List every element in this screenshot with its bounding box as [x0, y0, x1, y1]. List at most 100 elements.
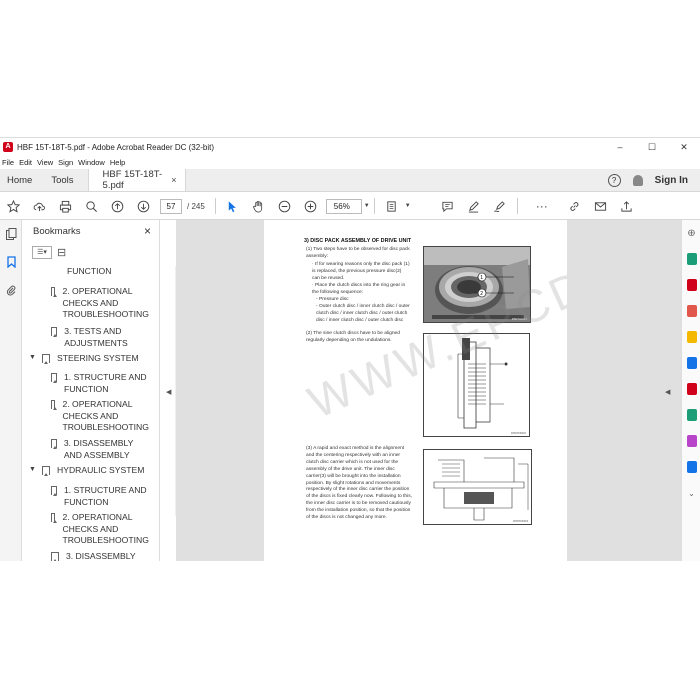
pdf-page: 3) DISC PACK ASSEMBLY OF DRIVE UNIT (1) …	[264, 220, 567, 561]
bookmark-label: 3. DISASSEMBLY	[66, 551, 136, 561]
bookmark-star-button[interactable]	[0, 196, 26, 216]
drive-unit-section-drawing	[457, 338, 508, 429]
notification-bell-icon[interactable]	[632, 174, 643, 186]
edit-pdf-icon[interactable]	[682, 376, 700, 402]
print-button[interactable]	[52, 196, 78, 216]
zoom-in-button[interactable]	[298, 196, 324, 216]
share-link-button[interactable]	[562, 196, 588, 216]
attachments-button[interactable]	[0, 276, 22, 304]
help-icon[interactable]: ?	[607, 173, 621, 187]
page-display-chevron-icon[interactable]: ▼	[405, 203, 411, 209]
sign-button[interactable]	[487, 196, 513, 216]
bookmark-item[interactable]: 3. DISASSEMBLY	[51, 551, 151, 561]
zoom-level-select[interactable]: 56%	[325, 198, 362, 214]
bookmark-icon	[51, 287, 58, 297]
comment-button[interactable]	[435, 196, 461, 216]
zoom-chevron-down-icon[interactable]: ▼	[364, 203, 370, 209]
expand-right-panel-icon[interactable]: ◀	[665, 388, 670, 396]
menu-sign[interactable]: Sign	[56, 156, 76, 169]
close-tab-button[interactable]: ×	[171, 175, 176, 185]
maximize-button[interactable]: ☐	[636, 138, 668, 156]
page-paragraph: (1) Two steps have to be observed for di…	[306, 247, 410, 259]
page-bullet: · Place the clutch discs into the ring g…	[312, 283, 406, 295]
email-button[interactable]	[588, 196, 614, 216]
more-tools-chevron-icon: ⌄	[688, 488, 695, 498]
menu-help[interactable]: Help	[108, 156, 128, 169]
edit-pdf-icon-shape	[686, 383, 697, 395]
expand-bookmark-icon[interactable]: ⊟	[57, 246, 66, 259]
bookmark-item[interactable]: 2. OPERATIONAL CHECKS AND TROUBLESHOOTIN…	[51, 399, 151, 434]
acrobat-logo-icon: A	[3, 142, 13, 152]
document-viewport[interactable]: 3) DISC PACK ASSEMBLY OF DRIVE UNIT (1) …	[176, 220, 681, 561]
sign-in-button[interactable]: Sign In	[655, 175, 688, 186]
bookmark-item[interactable]: ▼ STEERING SYSTEM	[29, 353, 151, 365]
pen-icon	[469, 200, 480, 213]
upload-button[interactable]	[614, 196, 640, 216]
collapse-panel-icon[interactable]: ◀	[166, 388, 171, 396]
bookmark-icon	[51, 327, 58, 337]
tab-tools[interactable]: Tools	[39, 169, 87, 191]
star-icon	[6, 199, 20, 213]
highlight-button[interactable]	[461, 196, 487, 216]
main-toolbar: 57 / 245 56% ▼ ▼ ···	[0, 193, 700, 220]
menu-file[interactable]: File	[0, 156, 17, 169]
comment-icon[interactable]	[682, 324, 700, 350]
toolbar-divider	[214, 198, 216, 214]
bookmark-label: 3. DISASSEMBLY AND ASSEMBLY	[63, 438, 134, 460]
find-button[interactable]	[78, 196, 104, 216]
zoom-out-button[interactable]	[272, 196, 298, 216]
export-pdf-icon[interactable]	[682, 246, 700, 272]
upload-cloud-button[interactable]	[26, 196, 52, 216]
close-window-button[interactable]: ✕	[668, 138, 700, 156]
protect-icon[interactable]	[682, 454, 700, 480]
chevron-down-icon[interactable]: ▼	[29, 354, 39, 361]
fill-sign-icon[interactable]	[682, 428, 700, 454]
bookmark-item[interactable]: 1. STRUCTURE AND FUNCTION	[51, 485, 151, 508]
menu-view[interactable]: View	[35, 156, 56, 169]
tab-document[interactable]: HBF 15T-18T-5.pdf ×	[87, 169, 186, 191]
callout-2: 2	[480, 291, 483, 297]
more-tools-icon[interactable]: ⌄	[682, 480, 700, 506]
page-number-input[interactable]: 57	[160, 198, 182, 214]
bookmark-options-button[interactable]: ☰▾	[32, 245, 52, 259]
bookmark-label: 2. OPERATIONAL CHECKS AND TROUBLESHOOTIN…	[62, 399, 149, 432]
select-tool-button[interactable]	[220, 196, 246, 216]
search-icon	[85, 200, 97, 212]
zoom-in-icon[interactable]: ⊕	[682, 220, 700, 246]
bookmark-item[interactable]: 2. OPERATIONAL CHECKS AND TROUBLESHOOTIN…	[51, 512, 151, 547]
disc-carrier-drawing	[433, 457, 529, 521]
prev-page-button[interactable]	[104, 196, 130, 216]
right-tools-rail: ⊕ ⌄	[681, 220, 700, 561]
tab-home[interactable]: Home	[0, 169, 39, 191]
hand-tool-button[interactable]	[246, 196, 272, 216]
combine-files-icon[interactable]	[682, 350, 700, 376]
menu-window[interactable]: Window	[76, 156, 108, 169]
page-total: / 245	[187, 201, 205, 211]
page-display-button[interactable]	[379, 196, 405, 216]
bookmark-item[interactable]: 3. TESTS AND ADJUSTMENTS	[51, 326, 151, 349]
menu-edit[interactable]: Edit	[17, 156, 35, 169]
more-tools-button[interactable]: ···	[522, 196, 562, 216]
figure-caption: D507DD03	[513, 519, 528, 523]
bookmark-item[interactable]: ▼ HYDRAULIC SYSTEM	[29, 465, 151, 477]
chevron-down-icon[interactable]: ▼	[29, 466, 39, 473]
bookmark-item[interactable]: 3. DISASSEMBLY AND ASSEMBLY	[51, 438, 151, 461]
figure-sectional-drawing: D507DD02	[423, 333, 530, 437]
page-paragraph: (3) A rapid and exact method is the alig…	[306, 446, 413, 521]
bookmark-icon	[42, 354, 50, 364]
bookmark-item[interactable]: FUNCTION	[67, 266, 111, 278]
bookmarks-panel-button[interactable]	[0, 248, 22, 276]
bookmark-item[interactable]: 1. STRUCTURE AND FUNCTION	[51, 372, 151, 395]
close-panel-icon[interactable]: ×	[144, 224, 151, 238]
signature-pen-icon	[494, 200, 506, 212]
bookmark-item[interactable]: 2. OPERATIONAL CHECKS AND TROUBLESHOOTIN…	[51, 286, 151, 321]
next-page-button[interactable]	[130, 196, 156, 216]
enhance-scans-icon[interactable]	[682, 402, 700, 428]
minimize-button[interactable]: –	[604, 138, 636, 156]
page-thumbnails-button[interactable]	[0, 220, 22, 248]
bookmarks-title: Bookmarks	[33, 225, 81, 237]
organize-pages-icon[interactable]	[682, 272, 700, 298]
bookmark-label: STEERING SYSTEM	[57, 353, 139, 363]
bookmark-label: FUNCTION	[67, 266, 112, 276]
create-pdf-icon[interactable]	[682, 298, 700, 324]
